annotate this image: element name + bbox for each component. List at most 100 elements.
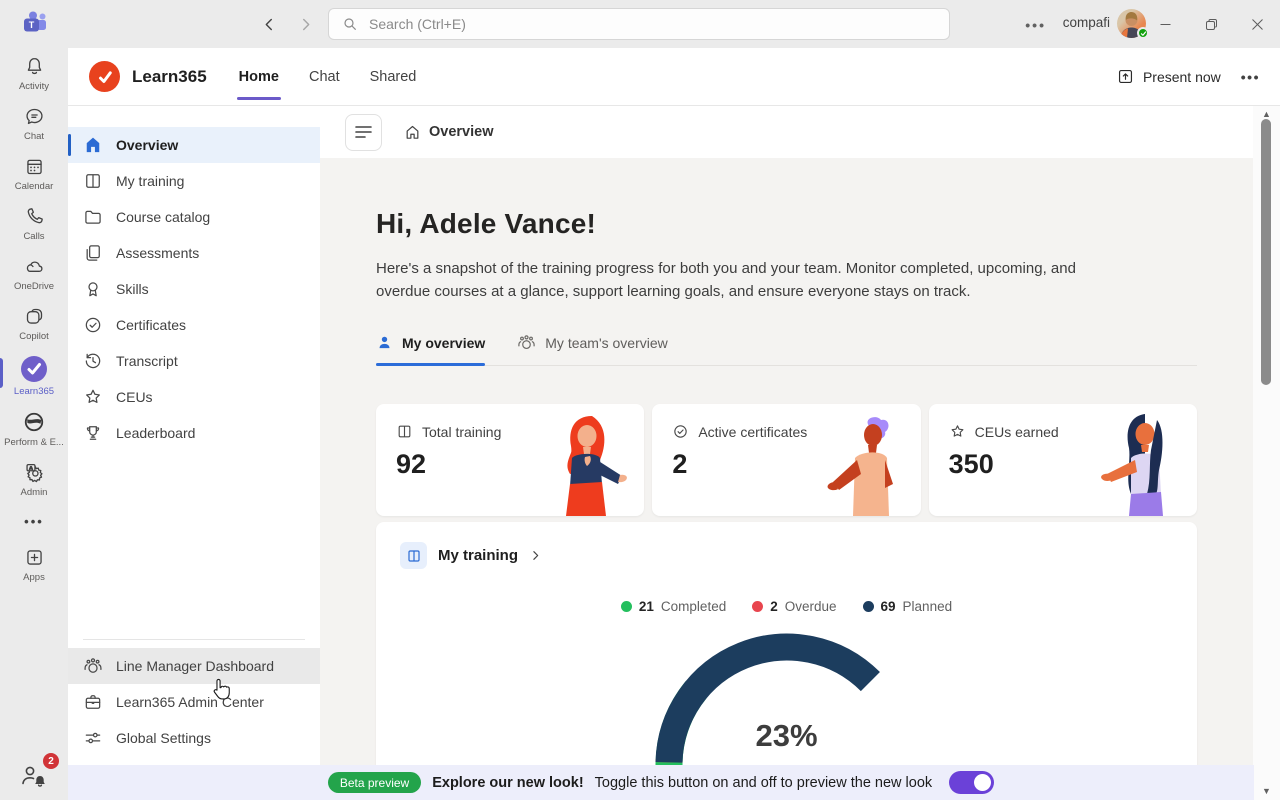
minimize-button[interactable] <box>1142 0 1188 48</box>
certificate-check-icon <box>83 315 103 335</box>
sidebar-item-certificates[interactable]: Certificates <box>68 307 320 343</box>
my-training-section: My training 21 Completed 2 Overdue 69 <box>376 522 1197 790</box>
rail-notifications-button[interactable]: 2 <box>19 762 49 790</box>
search-input[interactable] <box>369 16 936 32</box>
illustration-person-dark-hair <box>1087 414 1187 516</box>
tab-chat[interactable]: Chat <box>309 48 340 105</box>
close-button[interactable] <box>1234 0 1280 48</box>
rail-item-activity[interactable]: Activity <box>0 48 68 98</box>
training-gauge: 23% <box>652 630 922 780</box>
new-look-toggle[interactable] <box>949 771 994 794</box>
rail-item-copilot[interactable]: Copilot <box>0 298 68 348</box>
sidebar-item-my-training[interactable]: My training <box>68 163 320 199</box>
back-button[interactable] <box>258 13 280 35</box>
sidebar-item-overview[interactable]: Overview <box>68 127 320 163</box>
rail-item-onedrive[interactable]: OneDrive <box>0 248 68 298</box>
collapse-sidebar-button[interactable] <box>345 114 382 151</box>
banner-message: Toggle this button on and off to preview… <box>595 775 933 791</box>
forward-button[interactable] <box>294 13 316 35</box>
book-open-icon <box>396 423 413 440</box>
chevron-right-icon <box>529 549 542 562</box>
legend-planned: 69 Planned <box>863 599 953 614</box>
legend-dot-overdue <box>752 601 763 612</box>
sidebar-item-assessments[interactable]: Assessments <box>68 235 320 271</box>
chat-icon <box>24 106 45 127</box>
scroll-up-arrow[interactable]: ▲ <box>1253 109 1280 119</box>
rail-item-calendar[interactable]: Calendar <box>0 148 68 198</box>
star-icon <box>83 387 103 407</box>
teams-app-rail: Activity Chat Calendar Calls OneDrive Co… <box>0 48 68 800</box>
present-icon <box>1116 67 1135 86</box>
sliders-icon <box>83 728 103 748</box>
sidebar-item-leaderboard[interactable]: Leaderboard <box>68 415 320 451</box>
app-header-more-button[interactable]: ••• <box>1241 69 1260 85</box>
badge-check-icon <box>672 423 689 440</box>
teams-titlebar: T ••• compafi <box>0 0 1280 48</box>
main-panel: Overview Hi, Adele Vance! Here's a snaps… <box>320 106 1280 800</box>
rail-item-calls[interactable]: Calls <box>0 198 68 248</box>
rail-item-learn365[interactable]: Learn365 <box>0 348 68 403</box>
overview-content: Hi, Adele Vance! Here's a snapshot of th… <box>320 158 1253 800</box>
account-name: compafi <box>1063 15 1110 30</box>
page-description: Here's a snapshot of the training progre… <box>376 258 1121 303</box>
app-tabs: Home Chat Shared <box>239 48 417 105</box>
home-icon <box>83 135 103 155</box>
notification-badge: 2 <box>43 753 59 769</box>
sidebar-item-course-catalog[interactable]: Course catalog <box>68 199 320 235</box>
apps-plus-icon <box>24 547 45 568</box>
sidebar-divider <box>83 639 305 640</box>
content-header: Overview <box>320 106 1280 158</box>
copilot-icon <box>24 306 45 327</box>
app-title: Learn365 <box>132 67 207 87</box>
legend-overdue: 2 Overdue <box>752 599 836 614</box>
pages-icon <box>83 243 103 263</box>
teams-logo-icon: T <box>21 10 51 37</box>
titlebar-more-button[interactable]: ••• <box>1025 17 1046 33</box>
sidebar-item-ceus[interactable]: CEUs <box>68 379 320 415</box>
tab-shared[interactable]: Shared <box>370 48 417 105</box>
card-total-training: Total training 92 <box>376 404 644 516</box>
gauge-legend: 21 Completed 2 Overdue 69 Planned <box>400 599 1173 614</box>
tab-team-overview[interactable]: My team's overview <box>517 333 667 365</box>
rail-item-admin[interactable]: A Admin <box>0 454 68 504</box>
search-icon <box>342 16 358 32</box>
sidebar-item-line-manager-dashboard[interactable]: Line Manager Dashboard <box>68 648 320 684</box>
breadcrumb[interactable]: Overview <box>404 124 494 141</box>
sidebar-item-admin-center[interactable]: Learn365 Admin Center <box>68 684 320 720</box>
rail-item-apps[interactable]: Apps <box>0 539 68 589</box>
people-team-icon <box>83 656 103 676</box>
sidebar-item-transcript[interactable]: Transcript <box>68 343 320 379</box>
learn365-sidebar: Overview My training Course catalog Asse… <box>68 106 320 800</box>
legend-completed: 21 Completed <box>621 599 726 614</box>
card-active-certificates: Active certificates 2 <box>652 404 920 516</box>
admin-gear-icon: A <box>24 462 45 483</box>
restore-button[interactable] <box>1188 0 1234 48</box>
history-clock-icon <box>83 351 103 371</box>
section-title: My training <box>438 547 518 564</box>
gauge-center-label: 23% <box>652 718 922 754</box>
briefcase-icon <box>83 692 103 712</box>
scrollbar-thumb[interactable] <box>1261 119 1271 385</box>
star-icon <box>949 423 966 440</box>
folder-icon <box>83 207 103 227</box>
trophy-icon <box>83 423 103 443</box>
legend-dot-planned <box>863 601 874 612</box>
stat-cards: Total training 92 <box>376 404 1197 516</box>
rail-item-perform[interactable]: Perform & E... <box>0 403 68 454</box>
my-training-header[interactable]: My training <box>400 542 1173 569</box>
learn365-logo-icon <box>89 61 120 92</box>
scroll-down-arrow[interactable]: ▼ <box>1253 786 1280 796</box>
beta-badge: Beta preview <box>328 772 421 793</box>
search-box[interactable] <box>328 8 950 40</box>
rail-more-apps-button[interactable]: ••• <box>24 504 44 539</box>
learn365-app-icon <box>21 356 47 382</box>
rail-item-chat[interactable]: Chat <box>0 98 68 148</box>
bell-icon <box>24 56 45 77</box>
sidebar-item-skills[interactable]: Skills <box>68 271 320 307</box>
tab-home[interactable]: Home <box>239 48 279 105</box>
present-now-button[interactable]: Present now <box>1116 67 1221 86</box>
svg-text:A: A <box>29 466 33 472</box>
book-open-icon <box>83 171 103 191</box>
tab-my-overview[interactable]: My overview <box>376 333 485 365</box>
sidebar-item-global-settings[interactable]: Global Settings <box>68 720 320 756</box>
